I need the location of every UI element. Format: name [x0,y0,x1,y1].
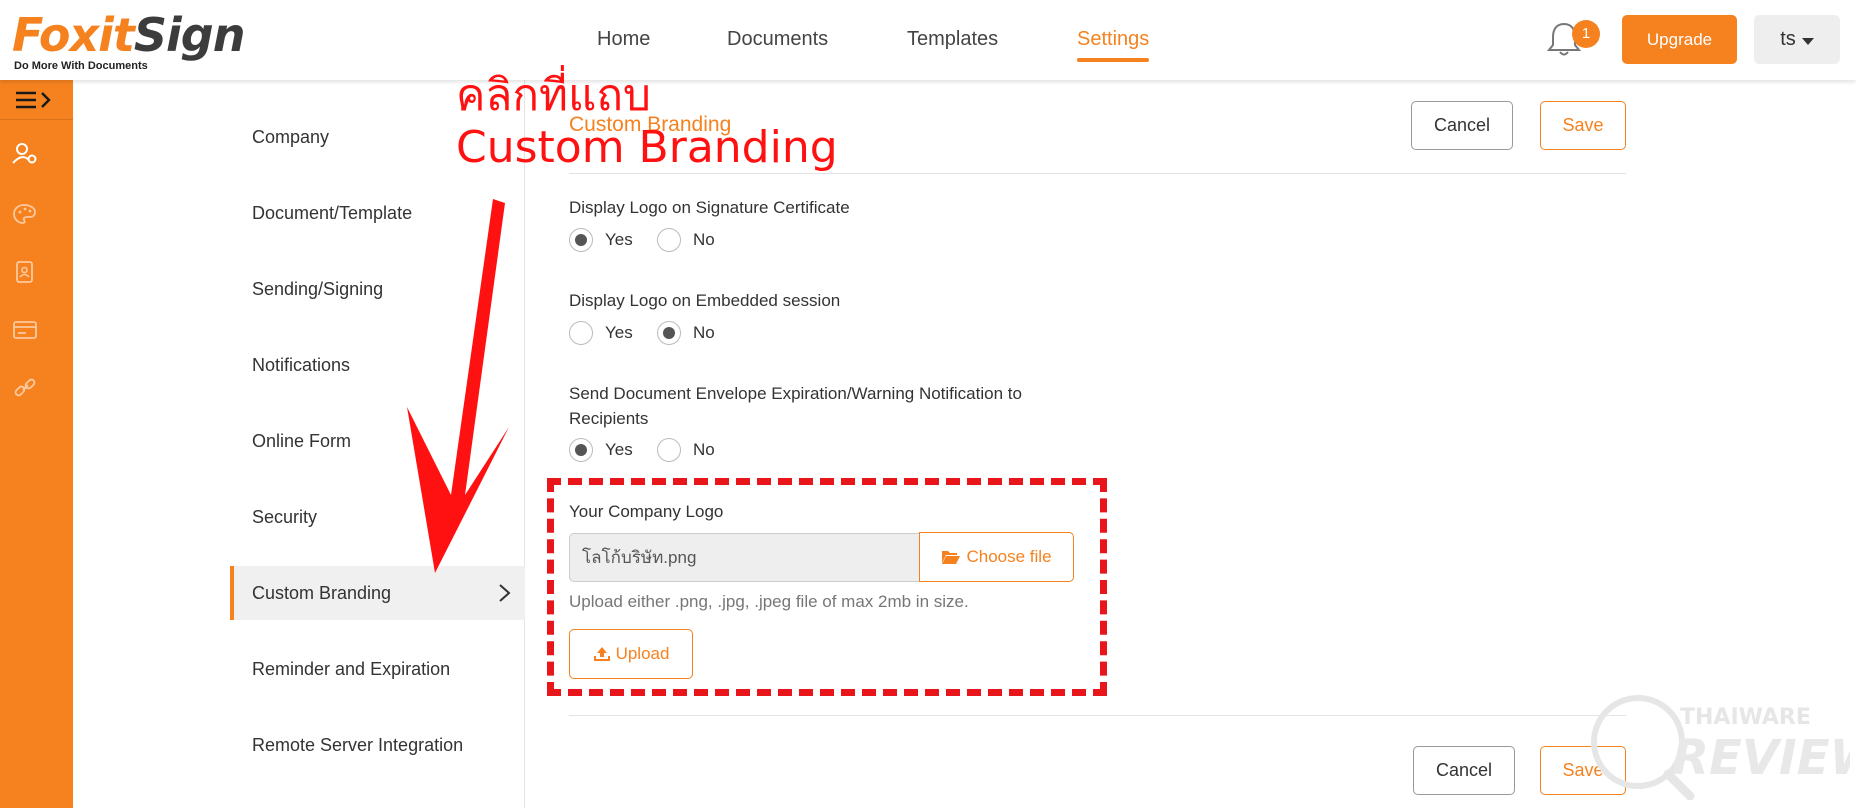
expiration-notice-label-line2: Recipients [569,409,649,428]
logo-sign-text: Sign [133,8,246,62]
submenu-item-label: Notifications [252,354,351,375]
divider-bottom [569,715,1626,716]
submenu-item-label: Sending/Signing [252,278,384,299]
upgrade-button[interactable]: Upgrade [1622,15,1737,64]
radio-label: Yes [605,440,633,459]
radio-label: No [693,323,715,342]
billing-card-icon[interactable] [12,318,38,342]
menu-toggle-icon[interactable] [14,90,52,110]
rail-toggle[interactable] [0,80,73,120]
embedded-logo-label: Display Logo on Embedded session [569,291,841,310]
submenu-item-label: Reminder and Expiration [252,658,451,679]
submenu-item-label: Online Form [252,430,352,451]
notification-count-badge: 1 [1572,20,1600,48]
link-icon[interactable] [12,376,38,400]
cancel-button-bottom[interactable]: Cancel [1413,746,1515,795]
submenu-item-remote-server[interactable]: Remote Server Integration [230,718,525,772]
app-root: FoxitSign Do More With Documents Home Do… [0,0,1856,808]
user-settings-icon[interactable] [12,142,38,166]
annotation-instruction: คลิกที่แถบ Custom Branding [456,70,838,174]
radio-label: Yes [605,323,633,342]
submenu-item-label: Remote Server Integration [252,734,464,755]
nav-tab-settings[interactable]: Settings [1077,28,1149,51]
signature-logo-label: Display Logo on Signature Certificate [569,198,850,217]
cancel-button-top[interactable]: Cancel [1411,101,1513,150]
chevron-right-icon [499,584,511,602]
thaiware-review-watermark: THAIWARE REVIEW [1591,695,1850,800]
radio-label: Yes [605,230,633,249]
expiration-notice-yes-radio[interactable] [569,438,593,462]
svg-text:REVIEW: REVIEW [1672,730,1850,786]
logo-foxit-text: Foxit [12,8,135,62]
signature-logo-yes-radio[interactable] [569,228,593,252]
nav-tab-home[interactable]: Home [597,28,650,51]
signature-logo-no-radio[interactable] [657,228,681,252]
palette-icon[interactable] [12,202,38,226]
contacts-icon[interactable] [12,260,38,284]
foxitsign-logo[interactable]: FoxitSign Do More With Documents [12,8,245,72]
logo-tagline: Do More With Documents [14,60,148,72]
submenu-item-label: Company [252,126,330,147]
radio-label: No [693,440,715,459]
nav-tab-templates[interactable]: Templates [907,28,998,51]
nav-tab-documents[interactable]: Documents [727,28,828,51]
annotation-line-2: Custom Branding [456,122,838,173]
expiration-notice-no-radio[interactable] [657,438,681,462]
red-arrow-icon [407,199,509,573]
annotation-highlight-box [547,478,1107,696]
embedded-logo-no-radio[interactable] [657,321,681,345]
svg-text:THAIWARE: THAIWARE [1680,705,1811,730]
submenu-item-label: Custom Branding [252,582,392,603]
submenu-item-reminder-expiration[interactable]: Reminder and Expiration [230,642,525,696]
expiration-notice-label-line1: Send Document Envelope Expiration/Warnin… [569,384,1022,403]
user-menu-button[interactable]: ts [1754,15,1840,64]
active-tab-indicator [1077,58,1149,62]
top-navbar: FoxitSign Do More With Documents Home Do… [0,0,1856,80]
caret-down-icon [1801,37,1814,45]
save-button-top[interactable]: Save [1540,101,1626,150]
embedded-logo-yes-radio[interactable] [569,321,593,345]
submenu-item-label: Security [252,506,318,527]
user-initials: ts [1780,28,1796,50]
radio-label: No [693,230,715,249]
left-icon-rail [0,80,73,808]
submenu-item-label: Document/Template [252,202,413,223]
annotation-line-1: คลิกที่แถบ [456,70,651,121]
